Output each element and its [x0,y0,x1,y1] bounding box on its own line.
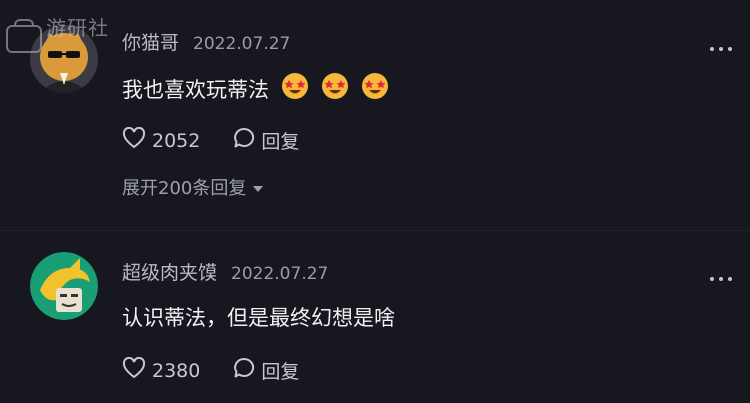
comment-date: 2022.07.27 [193,34,291,54]
heart-icon [122,126,146,154]
reply-button[interactable]: 回复 [233,357,299,384]
watermark-logo-icon [6,19,42,53]
watermark-text: 游研社 [46,15,109,40]
more-options-icon[interactable] [710,47,732,51]
chevron-down-icon [252,177,264,198]
expand-replies-button[interactable]: 展开200条回复 [122,174,264,200]
like-count: 2380 [152,359,201,382]
comment-text-row: 我也喜欢玩蒂法 [122,72,389,105]
speech-bubble-icon [233,357,255,384]
heart-icon [122,356,146,384]
username[interactable]: 超级肉夹馍 [122,258,217,285]
comment-text-row: 认识蒂法，但是最终幻想是啥 [122,302,395,332]
like-button[interactable]: 2380 [122,356,201,384]
comment-date: 2022.07.27 [231,264,329,284]
like-count: 2052 [152,129,201,152]
reply-label: 回复 [261,361,300,383]
reply-label: 回复 [261,131,300,153]
reply-button[interactable]: 回复 [233,127,299,154]
star-struck-emoji-icon [281,72,309,105]
star-struck-emoji-icon [361,72,389,105]
comment-text: 认识蒂法，但是最终幻想是啥 [122,306,395,330]
speech-bubble-icon [233,127,255,154]
star-struck-emoji-icon [321,72,349,105]
expand-replies-label: 展开200条回复 [122,178,247,199]
more-options-icon[interactable] [710,277,732,281]
avatar[interactable] [30,252,98,320]
like-button[interactable]: 2052 [122,126,201,154]
comment-item: 超级肉夹馍 2022.07.27 认识蒂法，但是最终幻想是啥 2380 回复 [0,230,750,403]
username[interactable]: 你猫哥 [122,28,179,55]
watermark: 游研社 [6,8,126,62]
comment-text: 我也喜欢玩蒂法 [122,77,269,102]
